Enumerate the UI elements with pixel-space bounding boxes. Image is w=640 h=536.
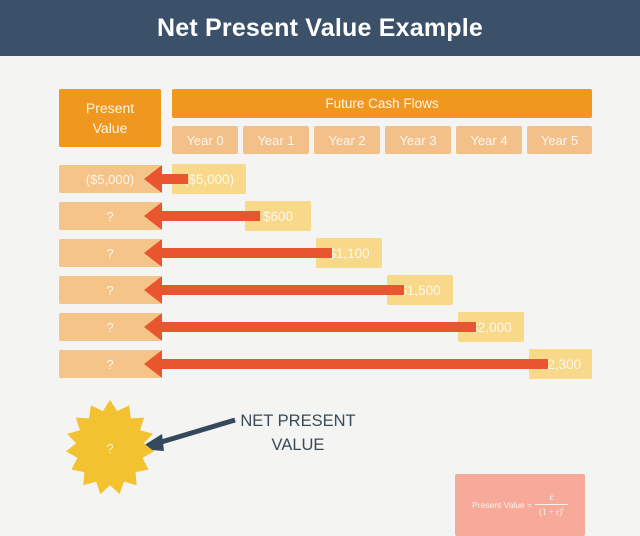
present-value-row-0: ($5,000) — [59, 165, 161, 193]
cash-flow-box-2: $1,100 — [316, 238, 382, 268]
present-value-row-5: ? — [59, 350, 161, 378]
present-value-header: Present Value — [59, 89, 161, 147]
cash-flow-arrow-4 — [140, 309, 476, 345]
formula-denominator-exponent: t — [562, 506, 564, 513]
page-title: Net Present Value Example — [157, 13, 483, 42]
present-value-header-line1: Present — [85, 100, 135, 116]
future-cash-flows-header: Future Cash Flows — [172, 89, 592, 118]
cash-flow-box-1: $600 — [245, 201, 311, 231]
cash-flow-arrow-5 — [140, 346, 548, 382]
present-value-row-1: ? — [59, 202, 161, 230]
present-value-row-3: ? — [59, 276, 161, 304]
npv-starburst: ? — [60, 398, 160, 498]
cash-flow-box-4: $2,000 — [458, 312, 524, 342]
cash-flow-arrow-2 — [140, 235, 332, 271]
present-value-row-2: ? — [59, 239, 161, 267]
title-bar: Net Present Value Example — [0, 0, 640, 56]
present-value-header-line2: Value — [92, 120, 128, 136]
year-column-header-0: Year 0 — [172, 126, 238, 154]
formula-denominator: (1 + r)t — [535, 505, 568, 518]
formula-left-hand-side: Present Value = — [472, 500, 533, 510]
formula-fraction: c (1 + r)t — [535, 492, 568, 519]
year-column-header-1: Year 1 — [243, 126, 309, 154]
npv-diagram: Present Value Future Cash Flows Year 0 Y… — [0, 56, 640, 536]
formula-denominator-base: (1 + r) — [539, 507, 563, 517]
year-column-header-2: Year 2 — [314, 126, 380, 154]
present-value-formula-box: Present Value = c (1 + r)t — [455, 474, 585, 536]
present-value-row-4: ? — [59, 313, 161, 341]
year-column-header-3: Year 3 — [385, 126, 451, 154]
present-value-formula: Present Value = c (1 + r)t — [472, 492, 568, 519]
cash-flow-box-3: $1,500 — [387, 275, 453, 305]
year-column-header-4: Year 4 — [456, 126, 522, 154]
npv-starburst-label: ? — [106, 440, 114, 456]
cash-flow-box-5: $2,300 — [529, 349, 592, 379]
cash-flow-box-0: ($5,000) — [172, 164, 246, 194]
cash-flow-arrow-3 — [140, 272, 404, 308]
year-column-header-5: Year 5 — [527, 126, 592, 154]
formula-numerator: c — [549, 491, 554, 502]
